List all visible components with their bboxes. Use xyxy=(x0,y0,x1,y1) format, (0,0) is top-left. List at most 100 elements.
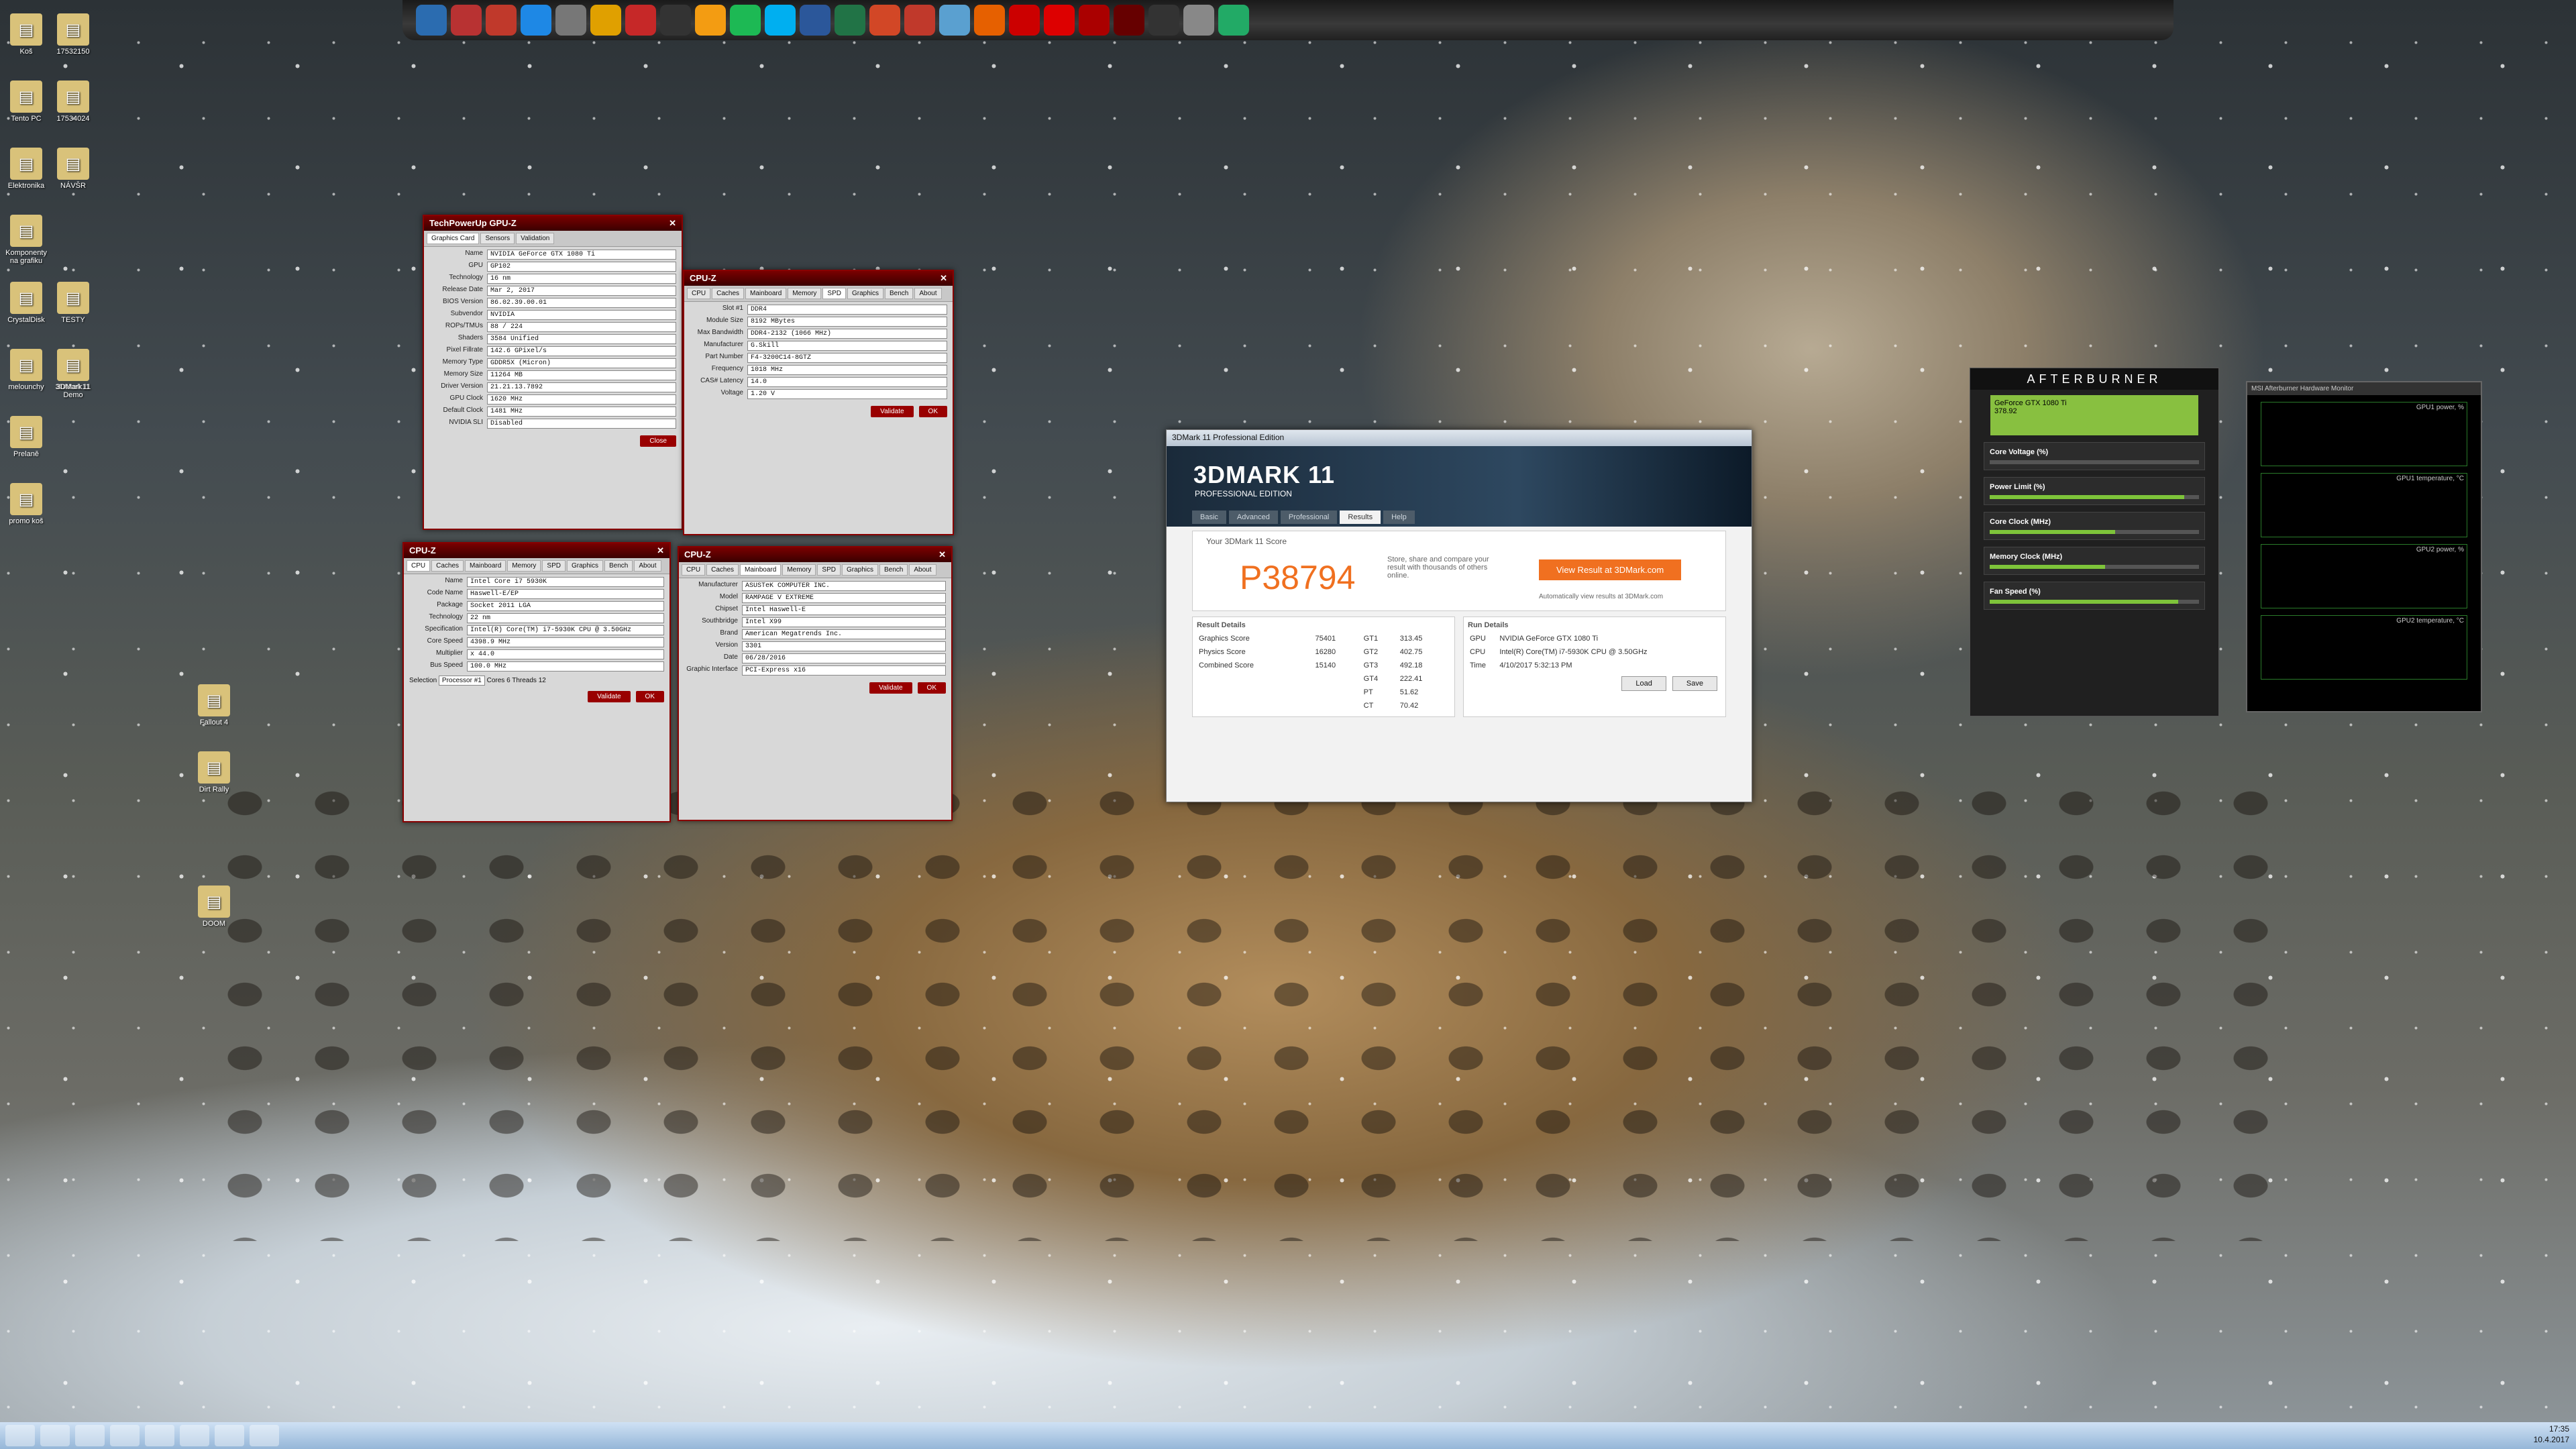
word-icon[interactable] xyxy=(800,5,830,36)
tab-graphics-card[interactable]: Graphics Card xyxy=(427,233,480,244)
acrobat-icon[interactable] xyxy=(625,5,656,36)
slider-track[interactable] xyxy=(1990,600,2199,604)
close-icon[interactable]: ✕ xyxy=(938,549,946,560)
tab-caches[interactable]: Caches xyxy=(431,560,464,572)
desktop-icon[interactable]: ▤ melounchy xyxy=(3,349,50,391)
auto-view-checkbox[interactable]: Automatically view results at 3DMark.com xyxy=(1539,593,1663,600)
slider-track[interactable] xyxy=(1990,460,2199,464)
settings2-icon[interactable] xyxy=(1183,5,1214,36)
teamviewer-icon[interactable] xyxy=(110,1425,140,1446)
winamp-icon[interactable] xyxy=(250,1425,279,1446)
tab-bench[interactable]: Bench xyxy=(604,560,633,572)
tab-basic[interactable]: Basic xyxy=(1192,511,1226,524)
tab-spd[interactable]: SPD xyxy=(542,560,566,572)
validate-button[interactable]: Validate xyxy=(871,406,914,417)
excel-icon[interactable] xyxy=(835,5,865,36)
rog-icon[interactable] xyxy=(1079,5,1110,36)
processor-select[interactable]: Processor #1 xyxy=(438,676,485,686)
close-icon[interactable]: ✕ xyxy=(940,273,947,284)
folder-icon[interactable] xyxy=(215,1425,244,1446)
tab-mainboard[interactable]: Mainboard xyxy=(740,564,782,576)
close-icon[interactable]: ✕ xyxy=(669,218,676,229)
desktop-icon[interactable]: ▤ 17532150 xyxy=(50,13,97,56)
flash-icon[interactable] xyxy=(1044,5,1075,36)
teamviewer-icon[interactable] xyxy=(521,5,551,36)
tab-mainboard[interactable]: Mainboard xyxy=(745,288,787,299)
tab-results[interactable]: Results xyxy=(1340,511,1381,524)
tab-memory[interactable]: Memory xyxy=(507,560,541,572)
spotify-icon[interactable] xyxy=(730,5,761,36)
tab-help[interactable]: Help xyxy=(1383,511,1415,524)
skype-icon[interactable] xyxy=(40,1425,70,1446)
tab-about[interactable]: About xyxy=(914,288,942,299)
desktop-icon[interactable]: ▤ Elektronika xyxy=(3,148,50,190)
pen-icon[interactable] xyxy=(451,5,482,36)
gpuz-close-button[interactable]: Close xyxy=(640,435,676,447)
explorer-icon[interactable] xyxy=(75,1425,105,1446)
steam2-icon[interactable] xyxy=(1148,5,1179,36)
desktop-icon[interactable]: ▤ Prelaně xyxy=(3,416,50,458)
tab-sensors[interactable]: Sensors xyxy=(480,233,515,244)
record-icon[interactable] xyxy=(486,5,517,36)
desktop-icon[interactable]: ▤ Fallout 4 xyxy=(191,684,237,727)
afterburner-slider[interactable]: Fan Speed (%) xyxy=(1984,582,2205,610)
tab-memory[interactable]: Memory xyxy=(788,288,822,299)
winamp-icon[interactable] xyxy=(695,5,726,36)
tab-graphics[interactable]: Graphics xyxy=(841,564,878,576)
validate-button[interactable]: Validate xyxy=(588,691,631,702)
desktop-icon[interactable]: ▤ Komponenty na grafiku xyxy=(3,215,50,265)
slider-track[interactable] xyxy=(1990,495,2199,499)
tab-bench[interactable]: Bench xyxy=(885,288,914,299)
save-button[interactable]: Save xyxy=(1672,676,1717,691)
afterburner-slider[interactable]: Power Limit (%) xyxy=(1984,477,2205,505)
tab-cpu[interactable]: CPU xyxy=(687,288,711,299)
msi-icon[interactable] xyxy=(1009,5,1040,36)
desktop-icon[interactable]: ▤ CrystalDisk xyxy=(3,282,50,324)
explorer-icon[interactable] xyxy=(416,5,447,36)
ok-button[interactable]: OK xyxy=(917,682,946,694)
tab-validation[interactable]: Validation xyxy=(516,233,555,244)
afterburner-slider[interactable]: Core Voltage (%) xyxy=(1984,442,2205,470)
afterburner-slider[interactable]: Core Clock (MHz) xyxy=(1984,512,2205,540)
firefox-icon[interactable] xyxy=(974,5,1005,36)
record-icon[interactable] xyxy=(145,1425,174,1446)
tab-about[interactable]: About xyxy=(634,560,661,572)
clock-icon[interactable] xyxy=(1218,5,1249,36)
steam-icon[interactable] xyxy=(660,5,691,36)
ok-button[interactable]: OK xyxy=(918,406,947,417)
tab-bench[interactable]: Bench xyxy=(879,564,908,576)
gpuz-icon[interactable] xyxy=(1114,5,1144,36)
tab-advanced[interactable]: Advanced xyxy=(1228,511,1278,524)
chrome-icon[interactable] xyxy=(590,5,621,36)
tab-mainboard[interactable]: Mainboard xyxy=(465,560,506,572)
slider-track[interactable] xyxy=(1990,565,2199,569)
tab-caches[interactable]: Caches xyxy=(712,288,745,299)
tab-graphics[interactable]: Graphics xyxy=(847,288,883,299)
powerpoint-icon[interactable] xyxy=(869,5,900,36)
tab-caches[interactable]: Caches xyxy=(706,564,739,576)
ok-button[interactable]: OK xyxy=(635,691,664,702)
load-button[interactable]: Load xyxy=(1621,676,1666,691)
desktop-icon[interactable]: ▤ NÁVŠR xyxy=(50,148,97,190)
validate-button[interactable]: Validate xyxy=(869,682,912,694)
desktop-icon[interactable]: ▤ Dirt Rally xyxy=(191,751,237,794)
view-result-button[interactable]: View Result at 3DMark.com xyxy=(1539,559,1682,580)
afterburner-slider[interactable]: Memory Clock (MHz) xyxy=(1984,547,2205,575)
close-icon[interactable]: ✕ xyxy=(657,545,664,556)
steam-icon[interactable] xyxy=(180,1425,209,1446)
tab-spd[interactable]: SPD xyxy=(822,288,846,299)
tab-cpu[interactable]: CPU xyxy=(682,564,706,576)
slider-track[interactable] xyxy=(1990,530,2199,534)
desktop-icon[interactable]: ▤ Tento PC xyxy=(3,80,50,123)
tab-graphics[interactable]: Graphics xyxy=(566,560,603,572)
desktop-icon[interactable]: ▤ 3DMark11 Demo xyxy=(50,349,97,399)
start-icon[interactable] xyxy=(5,1425,35,1446)
tab-memory[interactable]: Memory xyxy=(782,564,816,576)
tab-cpu[interactable]: CPU xyxy=(407,560,431,572)
settings-icon[interactable] xyxy=(555,5,586,36)
tab-spd[interactable]: SPD xyxy=(817,564,841,576)
desktop-icon[interactable]: ▤ promo koš xyxy=(3,483,50,525)
skype-icon[interactable] xyxy=(765,5,796,36)
tab-professional[interactable]: Professional xyxy=(1280,511,1338,524)
desktop-icon[interactable]: ▤ Koš xyxy=(3,13,50,56)
